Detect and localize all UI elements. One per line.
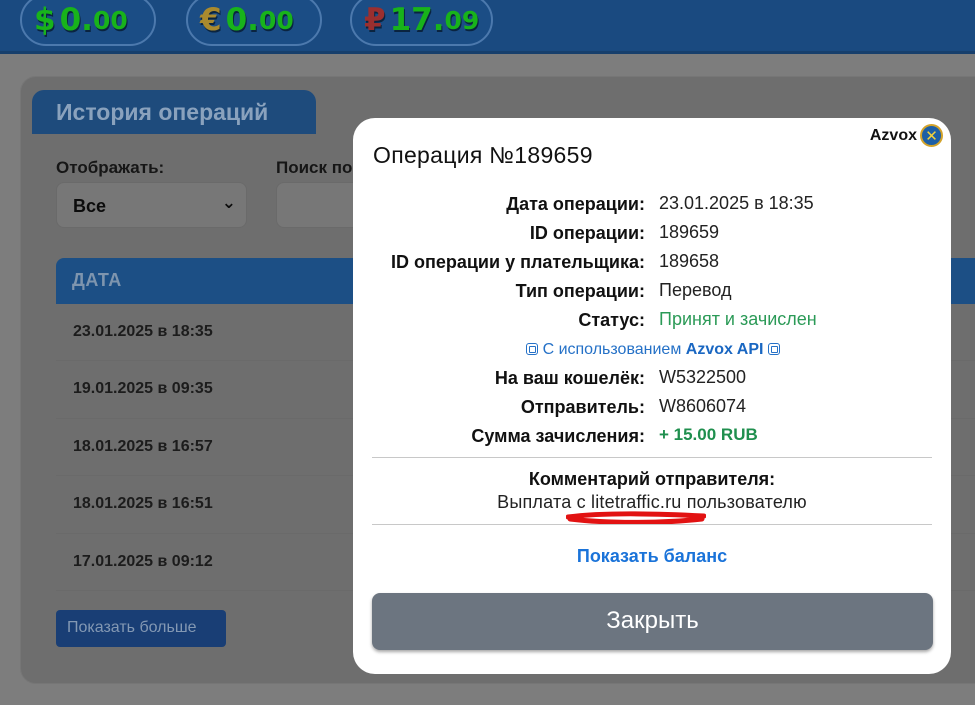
modal-title: Операция №189659 xyxy=(373,142,593,168)
operation-details: Дата операции: 23.01.2025 в 18:35 ID опе… xyxy=(353,190,951,451)
show-more-button[interactable]: Показать больше xyxy=(56,610,226,647)
balance-rub-whole: 17. xyxy=(389,2,445,38)
detail-key: На ваш кошелёк: xyxy=(494,368,645,388)
balance-bar: $ 0. 00 € 0. 00 ₽ 17. 09 xyxy=(0,0,975,54)
balance-usd[interactable]: $ 0. 00 xyxy=(20,0,156,46)
detail-value: 189659 xyxy=(659,222,720,242)
balance-eur[interactable]: € 0. 00 xyxy=(186,0,322,46)
detail-row-wallet: На ваш кошелёк: W5322500 xyxy=(353,364,951,393)
detail-key: Дата операции: xyxy=(506,194,645,214)
chip-icon xyxy=(526,343,539,355)
detail-value: Перевод xyxy=(659,280,732,300)
search-label: Поиск по xyxy=(276,158,353,177)
filter-select-value: Все xyxy=(73,196,107,216)
balance-eur-whole: 0. xyxy=(225,2,259,38)
comment-title: Комментарий отправителя: xyxy=(528,469,776,489)
api-note-name: Azvox API xyxy=(685,341,764,358)
detail-key: Сумма зачисления: xyxy=(471,426,645,446)
euro-icon: € xyxy=(200,2,222,38)
detail-value: W8606074 xyxy=(659,396,747,416)
detail-value: 189658 xyxy=(659,251,720,271)
detail-value: 23.01.2025 в 18:35 xyxy=(659,193,814,213)
balance-usd-whole: 0. xyxy=(59,2,93,38)
amount-value: + 15.00 RUB xyxy=(659,425,758,444)
detail-row-type: Тип операции: Перевод xyxy=(353,277,951,306)
dollar-icon: $ xyxy=(34,2,56,38)
brand-name: Azvox xyxy=(869,126,917,144)
detail-row-id: ID операции: 189659 xyxy=(353,219,951,248)
divider xyxy=(372,457,932,458)
detail-row-payer-id: ID операции у плательщика: 189658 xyxy=(353,248,951,277)
chevron-down-icon: ⌄ xyxy=(221,193,236,212)
divider xyxy=(372,524,932,525)
filter-label: Отображать: xyxy=(56,158,165,177)
detail-row-date: Дата операции: 23.01.2025 в 18:35 xyxy=(353,190,951,219)
balance-rub-cents: 09 xyxy=(444,5,480,35)
detail-key: Тип операции: xyxy=(515,281,645,301)
show-balance-link[interactable]: Показать баланс xyxy=(353,546,951,567)
red-underline-annotation xyxy=(566,511,706,525)
history-tab[interactable]: История операций xyxy=(32,90,316,134)
balance-eur-cents: 00 xyxy=(258,5,294,35)
balance-usd-cents: 00 xyxy=(92,5,128,35)
chip-icon xyxy=(767,343,780,355)
detail-row-status: Статус: Принят и зачислен xyxy=(353,306,951,335)
detail-value: W5322500 xyxy=(659,367,747,387)
operation-modal: Azvox ✕ Операция №189659 Дата операции: … xyxy=(353,118,951,674)
filter-select[interactable]: Все ⌄ xyxy=(56,182,247,228)
brand: Azvox ✕ xyxy=(870,124,943,147)
close-button[interactable]: Закрыть xyxy=(372,593,933,650)
detail-key: ID операции: xyxy=(529,223,645,243)
detail-key: Отправитель: xyxy=(520,397,645,417)
detail-key: ID операции у плательщика: xyxy=(390,252,645,272)
api-note: С использованием Azvox API xyxy=(353,335,951,364)
ruble-icon: ₽ xyxy=(364,2,386,38)
detail-row-amount: Сумма зачисления: + 15.00 RUB xyxy=(353,422,951,451)
balance-rub[interactable]: ₽ 17. 09 xyxy=(350,0,493,46)
detail-row-sender: Отправитель: W8606074 xyxy=(353,393,951,422)
azvox-logo-icon: ✕ xyxy=(920,124,943,147)
api-note-prefix: С использованием xyxy=(542,341,682,358)
status-value: Принят и зачислен xyxy=(659,309,817,329)
detail-key: Статус: xyxy=(578,310,645,330)
